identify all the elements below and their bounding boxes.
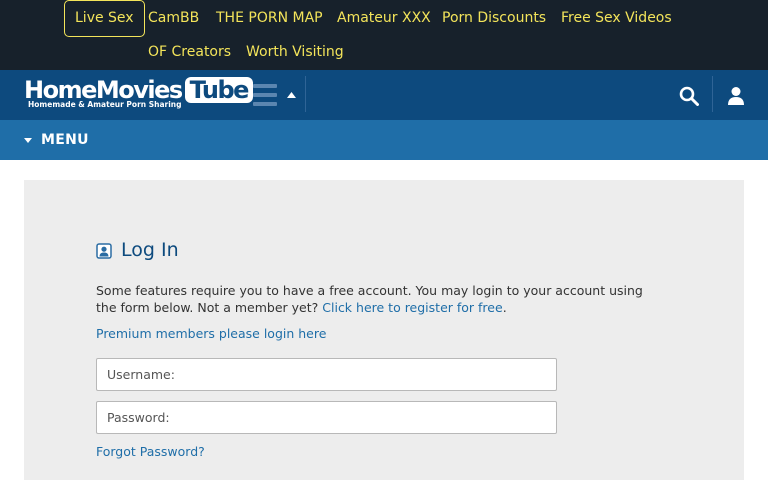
user-card-icon	[96, 243, 112, 259]
menu-label: MENU	[41, 132, 89, 148]
username-field[interactable]	[96, 358, 557, 391]
header-divider	[305, 76, 306, 112]
caret-up-icon[interactable]	[287, 92, 296, 98]
top-link-of-creators[interactable]: OF Creators	[148, 44, 231, 60]
top-link-cambb[interactable]: CamBB	[148, 10, 199, 26]
premium-login-link[interactable]: Premium members please login here	[96, 326, 326, 341]
password-field[interactable]	[96, 401, 557, 434]
menu-bar[interactable]: MENU	[0, 120, 768, 160]
user-icon[interactable]	[727, 86, 745, 106]
top-link-live-sex[interactable]: Live Sex	[64, 0, 145, 37]
top-link-worth-visiting[interactable]: Worth Visiting	[246, 44, 344, 60]
logo-tagline: Homemade & Amateur Porn Sharing	[28, 100, 182, 109]
page-title: Log In	[121, 239, 179, 261]
top-link-amateur-xxx[interactable]: Amateur XXX	[337, 10, 431, 26]
site-header: HomeMovies Tube Homemade & Amateur Porn S…	[0, 70, 768, 120]
header-divider-right	[712, 76, 713, 112]
forgot-password-link[interactable]: Forgot Password?	[96, 444, 205, 459]
login-panel: Log In Some features require you to have…	[24, 180, 744, 480]
hamburger-icon[interactable]	[253, 84, 277, 106]
register-link[interactable]: Click here to register for free	[322, 300, 502, 315]
logo-tube-text: Tube	[184, 77, 253, 103]
top-link-porn-map[interactable]: THE PORN MAP	[216, 10, 323, 26]
search-icon[interactable]	[679, 86, 699, 106]
top-links-bar: Live Sex CamBB THE PORN MAP Amateur XXX …	[0, 0, 768, 70]
top-link-free-sex-videos[interactable]: Free Sex Videos	[561, 10, 672, 26]
top-link-porn-discounts[interactable]: Porn Discounts	[442, 10, 546, 26]
login-description: Some features require you to have a free…	[96, 283, 643, 315]
caret-down-icon	[24, 138, 32, 143]
